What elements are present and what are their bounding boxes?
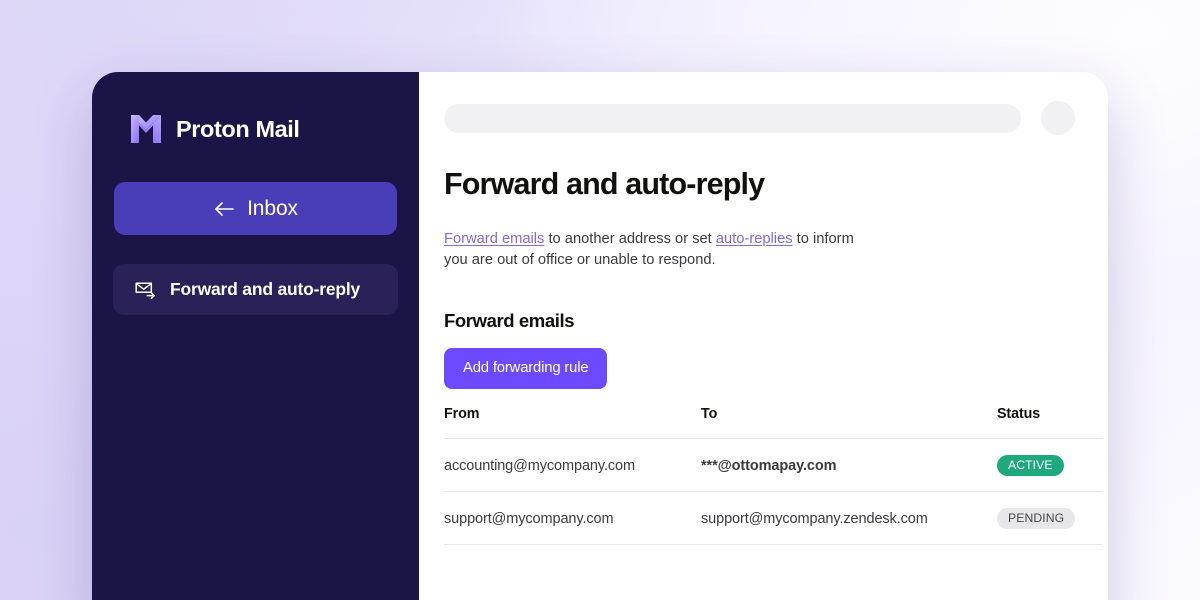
forwarding-rules-table: From To Status accounting@mycompany.com …	[444, 406, 1103, 546]
table-row[interactable]: accounting@mycompany.com ***@ottomapay.c…	[444, 438, 1103, 493]
add-forwarding-rule-button[interactable]: Add forwarding rule	[444, 348, 608, 389]
column-header-to: To	[701, 406, 997, 439]
sidebar-item-forward-and-auto-reply[interactable]: Forward and auto-reply	[113, 264, 398, 315]
sidebar-item-forward-and-auto-reply-label: Forward and auto-reply	[170, 279, 361, 299]
page-description-text-1: to another address or set	[544, 231, 716, 247]
page-description: Forward emails to another address or set…	[444, 229, 876, 270]
page-backdrop: Proton Mail Inbox Forward and auto-reply…	[0, 0, 1200, 600]
cell-from: accounting@mycompany.com	[444, 438, 701, 493]
avatar[interactable]	[1041, 101, 1075, 135]
sidebar-nav: Inbox Forward and auto-reply	[92, 182, 419, 315]
search-input[interactable]	[444, 103, 1021, 133]
app-window: Proton Mail Inbox Forward and auto-reply…	[92, 72, 1108, 600]
page-title: Forward and auto-reply	[444, 167, 765, 201]
section-title-forward-emails: Forward emails	[444, 310, 575, 331]
column-header-from: From	[444, 406, 701, 439]
auto-replies-link[interactable]: auto-replies	[716, 231, 793, 247]
brand-name: Proton Mail	[176, 115, 300, 142]
cell-status: ACTIVE	[997, 438, 1103, 493]
main-panel: Forward and auto-reply Forward emails to…	[419, 72, 1108, 600]
mail-forward-icon	[135, 280, 157, 299]
cell-to: support@mycompany.zendesk.com	[701, 491, 997, 546]
proton-mail-envelope-logo-icon	[129, 112, 163, 146]
forward-emails-link[interactable]: Forward emails	[444, 231, 544, 247]
column-header-status: Status	[997, 406, 1103, 439]
sidebar-item-inbox-label: Inbox	[247, 196, 298, 220]
brand: Proton Mail	[92, 106, 419, 152]
cell-to: ***@ottomapay.com	[701, 438, 997, 493]
table-header-row: From To Status	[444, 406, 1103, 439]
sidebar: Proton Mail Inbox Forward and auto-reply	[92, 72, 419, 600]
status-badge: ACTIVE	[997, 455, 1064, 477]
table-row[interactable]: support@mycompany.com support@mycompany.…	[444, 491, 1103, 546]
main-content: Forward and auto-reply Forward emails to…	[419, 167, 1108, 546]
sidebar-item-inbox[interactable]: Inbox	[114, 182, 397, 235]
cell-from: support@mycompany.com	[444, 491, 701, 546]
topbar	[419, 101, 1108, 135]
cell-status: PENDING	[997, 491, 1103, 546]
arrow-left-icon	[213, 200, 235, 218]
status-badge: PENDING	[997, 508, 1076, 530]
